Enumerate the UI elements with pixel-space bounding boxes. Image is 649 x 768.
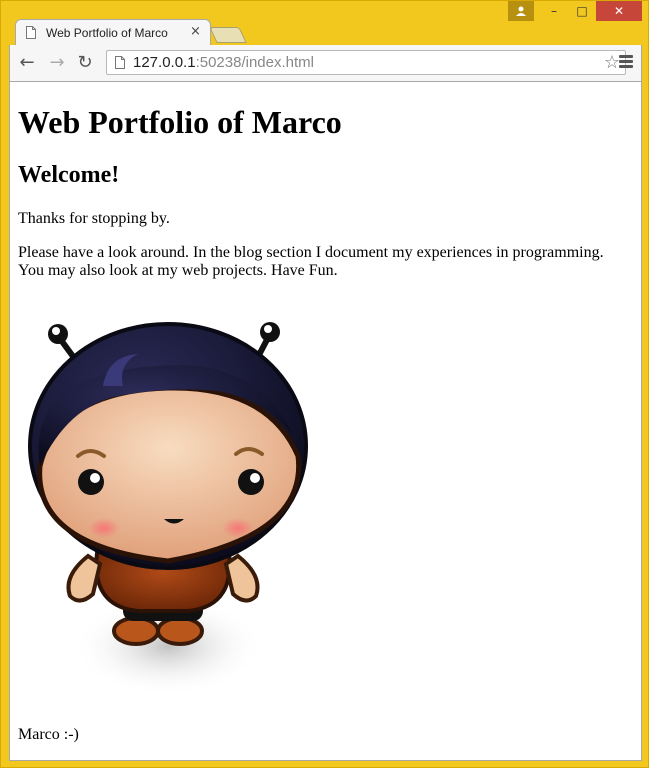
url-text[interactable]: 127.0.0.1:50238/index.html bbox=[133, 54, 314, 71]
maximize-button[interactable]: □ bbox=[568, 1, 596, 21]
menu-icon[interactable] bbox=[617, 53, 635, 71]
user-profile-icon[interactable] bbox=[508, 1, 534, 21]
page-content: Web Portfolio of Marco Welcome! Thanks f… bbox=[9, 81, 642, 761]
browser-toolbar: ← → ↻ 127.0.0.1:50238/index.html ☆ bbox=[9, 45, 642, 81]
tab-web-portfolio[interactable]: Web Portfolio of Marco × bbox=[15, 19, 211, 46]
intro-text: Thanks for stopping by. bbox=[18, 210, 170, 227]
address-bar[interactable]: 127.0.0.1:50238/index.html ☆ bbox=[106, 50, 626, 75]
page-icon bbox=[115, 56, 125, 69]
minimize-button[interactable]: – bbox=[540, 1, 568, 21]
reload-button[interactable]: ↻ bbox=[74, 51, 96, 73]
back-button[interactable]: ← bbox=[16, 51, 38, 73]
url-path: :50238/index.html bbox=[195, 54, 314, 71]
page-icon bbox=[26, 26, 36, 39]
tab-strip: Web Portfolio of Marco × – □ ✕ bbox=[1, 1, 649, 46]
forward-button[interactable]: → bbox=[46, 51, 68, 73]
welcome-heading: Welcome! bbox=[18, 162, 120, 188]
tab-title: Web Portfolio of Marco bbox=[46, 26, 168, 40]
page-title: Web Portfolio of Marco bbox=[18, 104, 342, 140]
browser-window: Web Portfolio of Marco × – □ ✕ ← → ↻ 127… bbox=[0, 0, 649, 768]
window-controls: – □ ✕ bbox=[508, 1, 642, 21]
close-window-button[interactable]: ✕ bbox=[596, 1, 642, 21]
body-text: Please have a look around. In the blog s… bbox=[18, 244, 604, 279]
signature-text: Marco :-) bbox=[18, 726, 79, 743]
mascot-image bbox=[28, 322, 308, 696]
new-tab-button[interactable] bbox=[209, 27, 247, 43]
close-tab-icon[interactable]: × bbox=[190, 24, 201, 39]
url-host: 127.0.0.1 bbox=[133, 54, 196, 71]
